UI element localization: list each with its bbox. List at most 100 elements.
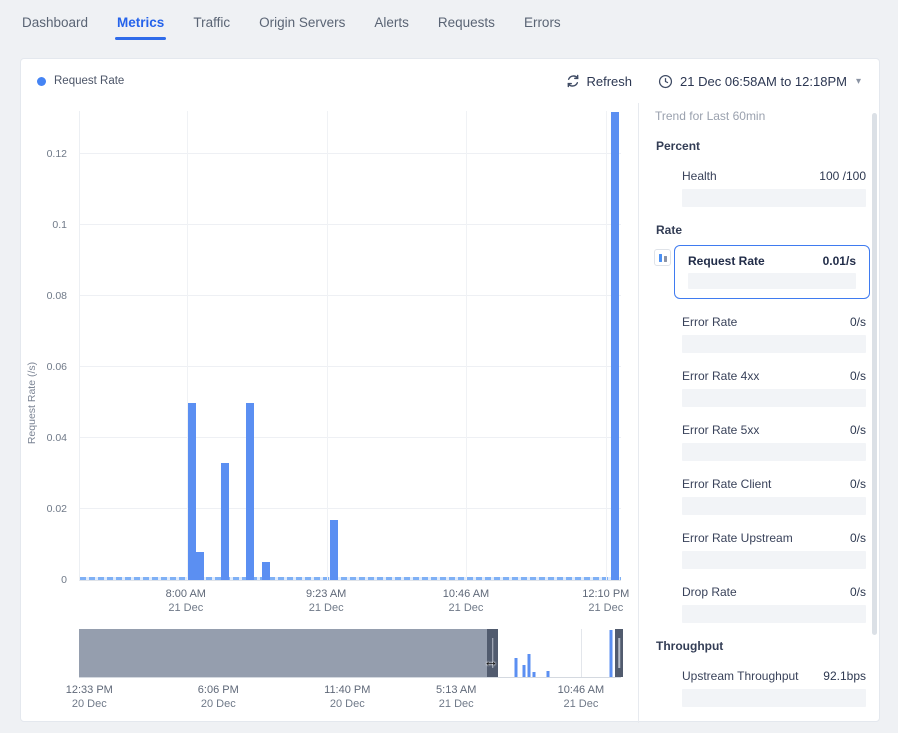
legend-dot-icon	[37, 77, 46, 86]
gridline-h	[80, 153, 621, 154]
tab-alerts[interactable]: Alerts	[374, 15, 409, 30]
metric-line: Health100 /100	[682, 169, 866, 183]
sidebar-section-rate: RateRequest Rate0.01/sError Rate0/sError…	[655, 223, 866, 623]
metric-label: Upstream Throughput	[682, 669, 799, 683]
metric-sparkline	[688, 273, 856, 289]
metric-label: Health	[682, 169, 717, 183]
metric-label: Error Rate Upstream	[682, 531, 793, 545]
gridline-h	[80, 366, 621, 367]
sidebar-title: Trend for Last 60min	[655, 109, 866, 123]
metric-value: 0/s	[850, 585, 866, 599]
chart-bar[interactable]	[246, 403, 254, 580]
y-tick-label: 0.1	[52, 219, 67, 231]
brush-tick-date: 20 Dec	[324, 697, 370, 711]
y-axis-title: Request Rate (/s)	[26, 348, 38, 458]
brush-tick-label: 5:13 AM21 Dec	[436, 683, 476, 711]
clock-icon	[658, 74, 673, 89]
y-tick-label: 0.04	[47, 432, 67, 444]
brush-timeline[interactable]: ↔	[79, 629, 621, 678]
legend-label: Request Rate	[54, 75, 124, 87]
chart-bar[interactable]	[262, 562, 270, 580]
chart-bar[interactable]	[611, 112, 619, 580]
metric-line: Error Rate 5xx 0/s	[682, 423, 866, 437]
tab-requests[interactable]: Requests	[438, 15, 495, 30]
metric-label: Request Rate	[688, 254, 765, 268]
y-tick-label: 0.08	[47, 290, 67, 302]
metric-card-error-rate-client[interactable]: Error Rate Client0/s	[682, 477, 866, 515]
metric-line: Request Rate 0.01/s	[688, 254, 856, 268]
metric-line: Upstream Throughput 92.1bps	[682, 669, 866, 683]
chart-bar[interactable]	[196, 552, 204, 580]
x-tick-time: 8:00 AM	[166, 587, 206, 601]
tab-dashboard[interactable]: Dashboard	[22, 15, 88, 30]
metric-sparkline	[682, 189, 866, 207]
metric-label: Error Rate 4xx	[682, 369, 759, 383]
y-tick-label: 0.06	[47, 361, 67, 373]
date-range-label: 21 Dec 06:58AM to 12:18PM	[680, 74, 847, 89]
gridline-v	[466, 111, 467, 580]
y-axis: Request Rate (/s) 00.020.040.060.080.10.…	[21, 111, 71, 581]
x-tick-date: 21 Dec	[582, 601, 629, 615]
metric-card-upstream-throughput[interactable]: Upstream Throughput 92.1bps	[682, 669, 866, 707]
sidebar-sections: PercentHealth100 /100RateRequest Rate0.0…	[655, 139, 866, 723]
brush-tick-label: 11:40 PM20 Dec	[324, 683, 370, 711]
metric-label: Error Rate 5xx	[682, 423, 759, 437]
x-tick-time: 12:10 PM	[582, 587, 629, 601]
metric-sparkline	[682, 497, 866, 515]
metric-card-error-rate-5xx[interactable]: Error Rate 5xx 0/s	[682, 423, 866, 461]
tab-metrics[interactable]: Metrics	[117, 15, 164, 30]
tab-errors[interactable]: Errors	[524, 15, 561, 30]
refresh-button[interactable]: Refresh	[566, 74, 633, 89]
metric-value: 0/s	[850, 423, 866, 437]
brush-tick-label: 10:46 AM21 Dec	[558, 683, 604, 711]
metric-line: Error Rate 4xx0/s	[682, 369, 866, 383]
brush-tick-time: 12:33 PM	[66, 683, 113, 697]
metric-label: Drop Rate	[682, 585, 737, 599]
metric-label: Error Rate	[682, 315, 737, 329]
x-tick-label: 8:00 AM21 Dec	[166, 587, 206, 615]
chart-bar[interactable]	[188, 403, 196, 580]
brush-tick-time: 11:40 PM	[324, 683, 370, 697]
metric-sparkline	[682, 605, 866, 623]
metric-line: Error Rate Client0/s	[682, 477, 866, 491]
metric-card-error-rate[interactable]: Error Rate 0/s	[682, 315, 866, 353]
sidebar-section-throughput: ThroughputUpstream Throughput92.1bpsDown…	[655, 639, 866, 723]
tab-traffic[interactable]: Traffic	[193, 15, 230, 30]
brush-axis: 12:33 PM20 Dec6:06 PM20 Dec11:40 PM20 De…	[79, 683, 621, 713]
x-tick-label: 9:23 AM21 Dec	[306, 587, 346, 615]
brush-mini-bar	[546, 671, 549, 677]
metric-value: 0/s	[850, 315, 866, 329]
metric-card-health[interactable]: Health100 /100	[682, 169, 866, 207]
tab-origin-servers[interactable]: Origin Servers	[259, 15, 345, 30]
metric-card-drop-rate[interactable]: Drop Rate 0/s	[682, 585, 866, 623]
chart-bar[interactable]	[330, 520, 338, 580]
metric-value: 92.1bps	[823, 669, 866, 683]
metric-value: 0.01/s	[823, 254, 856, 268]
brush-unselected-overlay[interactable]	[79, 629, 487, 677]
top-nav: Dashboard Metrics Traffic Origin Servers Ale…	[0, 0, 898, 45]
plot-area[interactable]	[79, 111, 621, 581]
brush-tick-time: 6:06 PM	[198, 683, 239, 697]
brush-gridline-v	[581, 629, 582, 677]
x-tick-date: 21 Dec	[166, 601, 206, 615]
gridline-h	[80, 295, 621, 296]
metric-value: 0/s	[850, 531, 866, 545]
brush-tick-time: 5:13 AM	[436, 683, 476, 697]
refresh-icon	[566, 74, 580, 88]
metric-card-request-rate-selected[interactable]: Request Rate 0.01/s	[674, 245, 870, 299]
metric-card-wrap-request-rate: Request Rate 0.01/s	[674, 245, 870, 299]
legend-request-rate[interactable]: Request Rate	[37, 75, 124, 87]
metric-line: Drop Rate 0/s	[682, 585, 866, 599]
brush-right-handle[interactable]	[615, 629, 623, 677]
brush-tick-date: 21 Dec	[558, 697, 604, 711]
sidebar-scrollbar[interactable]	[872, 113, 877, 635]
bar-chart-icon	[654, 249, 671, 266]
x-tick-time: 9:23 AM	[306, 587, 346, 601]
metric-card-error-rate-4xx[interactable]: Error Rate 4xx0/s	[682, 369, 866, 407]
date-range-picker[interactable]: 21 Dec 06:58AM to 12:18PM ▾	[658, 74, 861, 89]
bar-glyph	[664, 256, 667, 262]
chart-bar[interactable]	[221, 463, 229, 580]
brush-tick-time: 10:46 AM	[558, 683, 604, 697]
handle-grip-icon	[618, 638, 620, 669]
metric-card-error-rate-upstream[interactable]: Error Rate Upstream 0/s	[682, 531, 866, 569]
